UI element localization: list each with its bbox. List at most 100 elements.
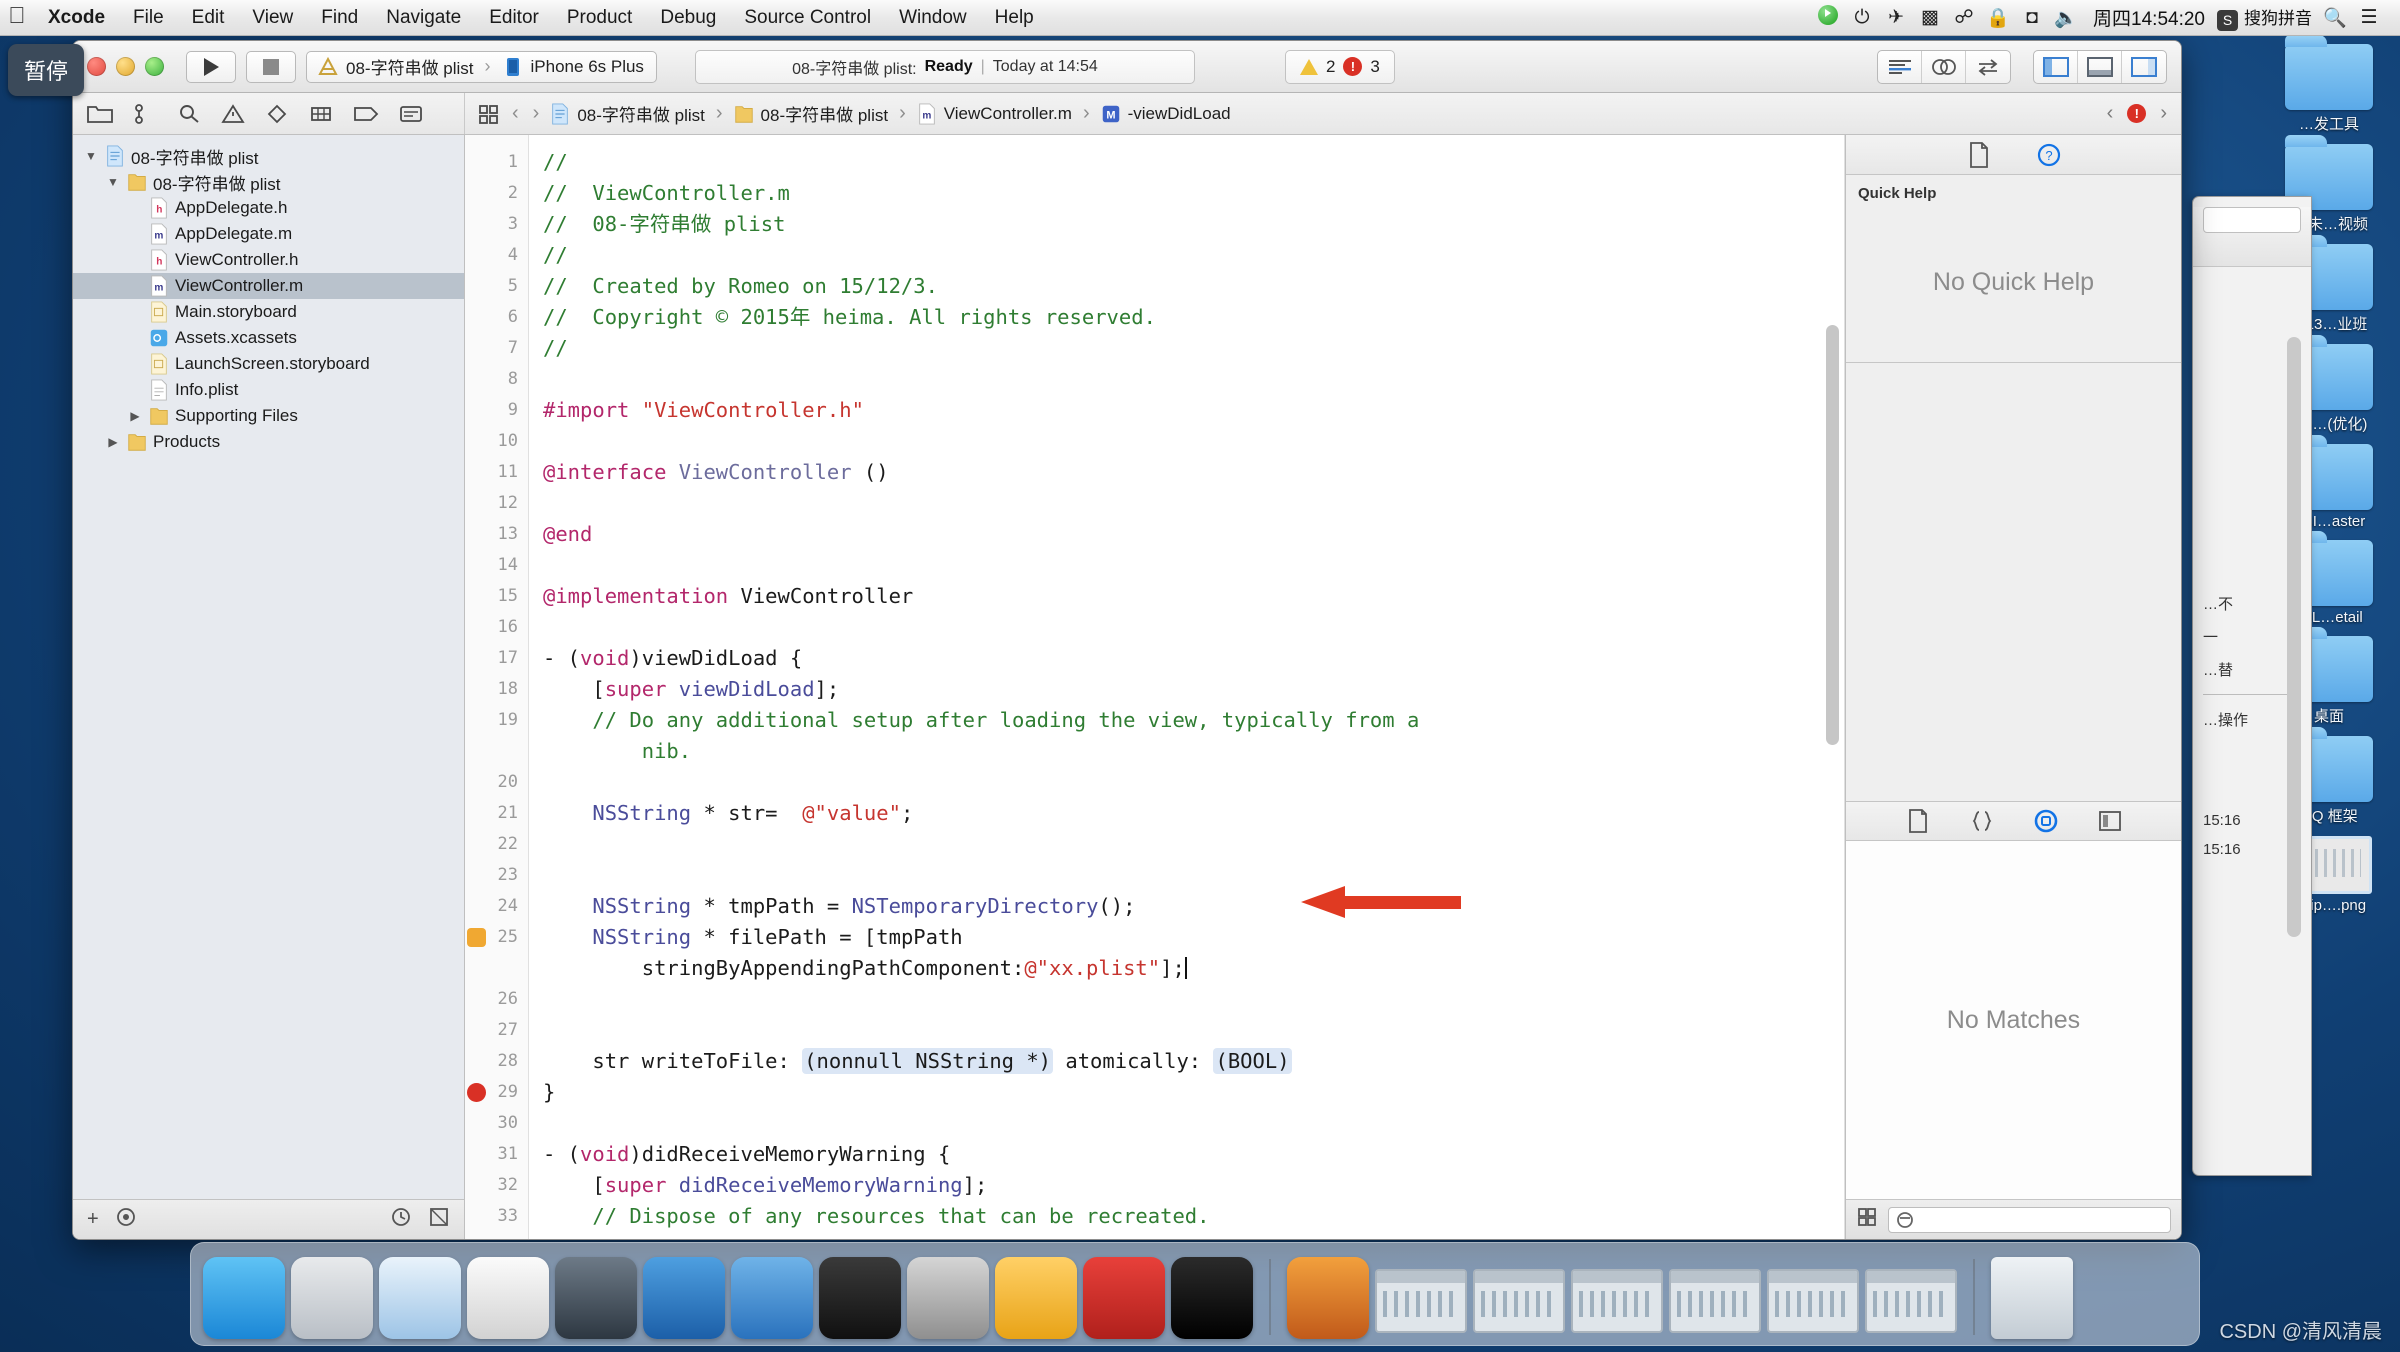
code-line[interactable]: [543, 612, 1845, 643]
breadcrumb[interactable]: ‹ › 08-字符串做 plist › 08-字符串做 plist › m ViewContr…: [465, 101, 2107, 126]
stop-button[interactable]: [246, 50, 296, 83]
view-toggle-segment[interactable]: [2033, 49, 2167, 84]
run-button[interactable]: [186, 50, 236, 83]
utilities-toggle-icon[interactable]: [2122, 51, 2166, 83]
disclosure-triangle-icon[interactable]: ▶: [105, 435, 121, 449]
library-search-input[interactable]: [1888, 1206, 2171, 1233]
lock-icon[interactable]: 🔒: [1981, 6, 2015, 30]
editor-mode-segment[interactable]: [1877, 49, 2011, 84]
code-line[interactable]: [543, 829, 1845, 860]
code-line[interactable]: str writeToFile: (nonnull NSString *) at…: [543, 1046, 1845, 1077]
media-player-icon[interactable]: [1287, 1257, 1369, 1339]
breadcrumb-item[interactable]: m ViewController.m: [917, 102, 1072, 125]
menu-item-debug[interactable]: Debug: [646, 7, 730, 29]
dock-window-thumbnail[interactable]: [1375, 1269, 1467, 1333]
back-button[interactable]: ‹: [509, 102, 522, 125]
menu-item-source-control[interactable]: Source Control: [730, 7, 885, 29]
dock-window-thumbnail[interactable]: [1571, 1269, 1663, 1333]
menu-bar-clock[interactable]: 周四14:54:20: [2083, 4, 2215, 31]
dock-window-thumbnail[interactable]: [1865, 1269, 1957, 1333]
code-line[interactable]: }: [543, 1077, 1845, 1108]
file-inspector-icon[interactable]: [1964, 140, 1994, 170]
source-control-icon[interactable]: [133, 103, 157, 125]
settings-icon[interactable]: [907, 1257, 989, 1339]
disclosure-triangle-icon[interactable]: ▶: [127, 409, 143, 423]
dock-window-thumbnail[interactable]: [1669, 1269, 1761, 1333]
minimize-button[interactable]: [116, 57, 135, 76]
apple-menu-icon[interactable]: : [0, 4, 34, 31]
code-line[interactable]: [543, 426, 1845, 457]
pause-indicator[interactable]: 暂停: [8, 44, 84, 96]
code-line[interactable]: [543, 550, 1845, 581]
report-icon[interactable]: [399, 103, 423, 125]
debug-area-toggle-icon[interactable]: [2078, 50, 2122, 83]
code-line[interactable]: // Created by Romeo on 15/12/3.: [543, 271, 1845, 302]
screen-record-icon[interactable]: [1811, 4, 1845, 31]
code-line[interactable]: //: [543, 333, 1845, 364]
search-icon[interactable]: 🔍: [2318, 6, 2352, 30]
file-template-library-icon[interactable]: [1903, 806, 1933, 836]
object-library-icon[interactable]: [2031, 806, 2061, 836]
test-icon[interactable]: [265, 103, 289, 125]
code-line[interactable]: // Dispose of any resources that can be …: [543, 1201, 1845, 1232]
editor-scrollbar[interactable]: [1826, 325, 1839, 745]
file-tree-row[interactable]: ▼ 08-字符串做 plist: [73, 143, 464, 169]
menu-item-help[interactable]: Help: [981, 7, 1048, 29]
code-snippet-library-icon[interactable]: [1967, 806, 1997, 836]
breadcrumb-item[interactable]: 08-字符串做 plist: [734, 101, 888, 126]
code-line[interactable]: [543, 1108, 1845, 1139]
wifi-icon[interactable]: ◘: [2015, 7, 2049, 29]
code-line[interactable]: // Copyright © 2015年 heima. All rights r…: [543, 302, 1845, 333]
file-tree-row[interactable]: h ViewController.h: [73, 247, 464, 273]
recent-filter-icon[interactable]: [390, 1206, 412, 1234]
power-icon[interactable]: ⏻: [1845, 7, 1879, 29]
utilities-inspector[interactable]: ? Quick Help No Quick Help No Matches: [1845, 135, 2181, 1239]
menu-item-view[interactable]: View: [238, 7, 307, 29]
code-line[interactable]: @end: [543, 519, 1845, 550]
dock-window-thumbnail[interactable]: [1767, 1269, 1859, 1333]
error-marker-icon[interactable]: [467, 1083, 486, 1102]
menu-item-file[interactable]: File: [119, 7, 178, 29]
library-tab-bar[interactable]: [1846, 801, 2181, 841]
breakpoint-icon[interactable]: [353, 103, 379, 125]
filter-icon[interactable]: [115, 1206, 137, 1234]
parallels-icon[interactable]: [1083, 1257, 1165, 1339]
warning-icon[interactable]: [221, 103, 245, 125]
background-window[interactable]: …不 一 …替 …操作 15:16 15:16: [2192, 196, 2312, 1176]
trash-icon[interactable]: [1991, 1257, 2073, 1339]
code-line[interactable]: [543, 984, 1845, 1015]
code-line[interactable]: //: [543, 240, 1845, 271]
scheme-selector[interactable]: 08-字符串做 plist › iPhone 6s Plus: [306, 50, 657, 83]
search-icon[interactable]: [177, 103, 201, 125]
debug-icon[interactable]: [309, 103, 333, 125]
code-line[interactable]: @interface ViewController (): [543, 457, 1845, 488]
window-controls[interactable]: [87, 57, 164, 76]
navigator-toggle-icon[interactable]: [2034, 50, 2078, 83]
library-pane[interactable]: No Matches: [1846, 801, 2181, 1239]
menu-item-find[interactable]: Find: [307, 7, 372, 29]
input-method-indicator[interactable]: S 搜狗拼音: [2215, 4, 2318, 31]
code-line[interactable]: [543, 860, 1845, 891]
code-line[interactable]: [543, 364, 1845, 395]
code-line[interactable]: //: [543, 147, 1845, 178]
menu-item-xcode[interactable]: Xcode: [34, 7, 119, 29]
terminal-icon[interactable]: [819, 1257, 901, 1339]
file-tree-row[interactable]: ▶ Products: [73, 429, 464, 455]
bluetooth-icon[interactable]: ☍: [1947, 6, 1981, 29]
file-tree-row[interactable]: m AppDelegate.m: [73, 221, 464, 247]
error-badge-icon[interactable]: !: [2127, 104, 2147, 123]
breadcrumb-item[interactable]: M -viewDidLoad: [1101, 103, 1231, 125]
desktop-icon[interactable]: …发工具: [2266, 35, 2392, 134]
screencast-icon[interactable]: ▩: [1913, 6, 1947, 29]
file-tree-row[interactable]: ▼ 08-字符串做 plist: [73, 169, 464, 195]
close-button[interactable]: [87, 57, 106, 76]
code-line[interactable]: @implementation ViewController: [543, 581, 1845, 612]
version-editor-icon[interactable]: [1966, 51, 2010, 83]
file-tree[interactable]: ▼ 08-字符串做 plist ▼ 08-字符串做 plist h AppDelegate…: [73, 135, 464, 1199]
code-line[interactable]: NSString * str= @"value";: [543, 798, 1845, 829]
code-line[interactable]: [543, 767, 1845, 798]
issue-counts[interactable]: 2 ! 3: [1284, 49, 1395, 84]
xcode-beta-icon[interactable]: [731, 1257, 813, 1339]
disclosure-triangle-icon[interactable]: ▼: [83, 149, 99, 163]
code-line[interactable]: // ViewController.m: [543, 178, 1845, 209]
